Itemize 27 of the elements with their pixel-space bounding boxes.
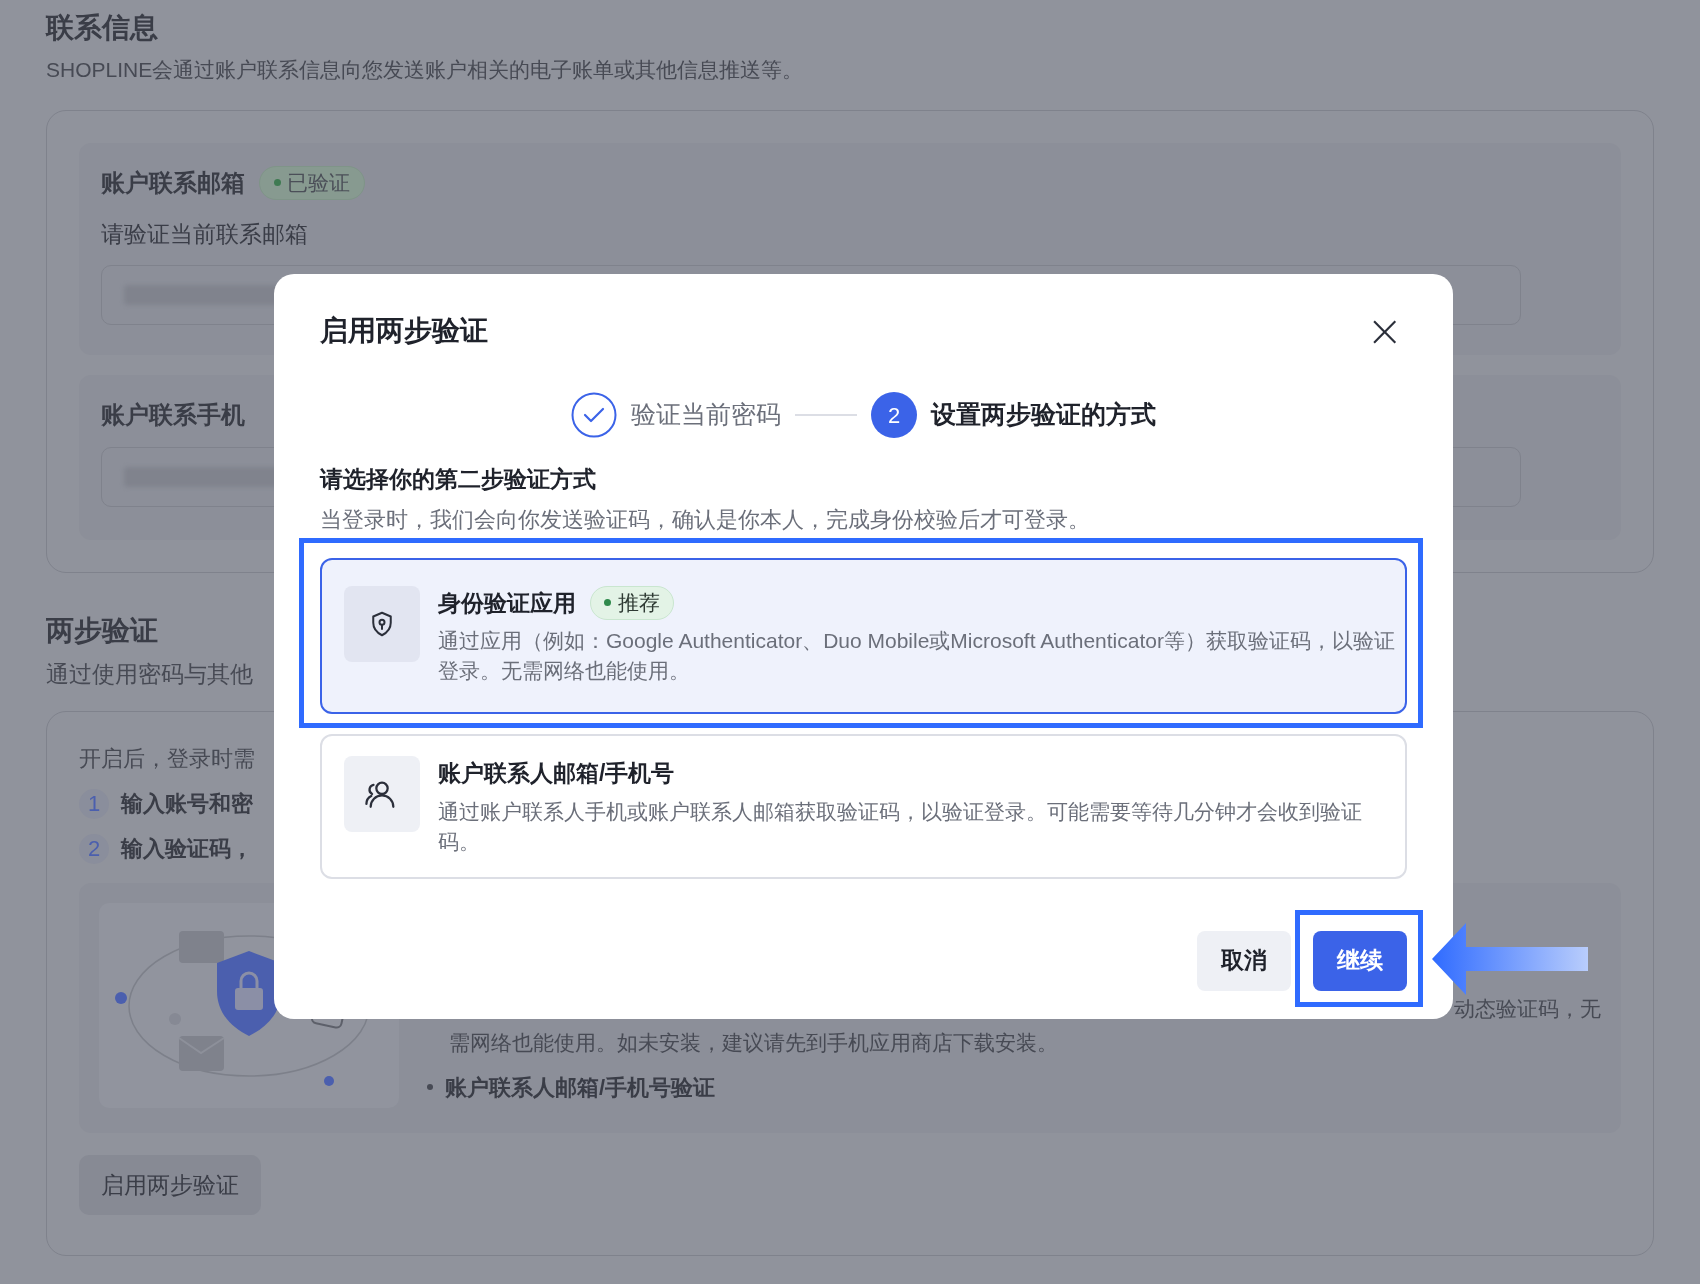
description-text: 当登录时，我们会向你发送验证码，确认是你本人，完成身份校验后才可登录。 [320,505,1090,534]
section-subtitle: SHOPLINE会通过账户联系信息向您发送账户相关的电子账单或其他信息推送等。 [46,57,804,83]
method-text: 需网络也能使用。如未安装，建议请先到手机应用商店下载安装。 [449,1030,1058,1056]
method-text: 账户联系人邮箱/手机号验证 [445,1073,716,1102]
option-title: 身份验证应用 [438,588,576,618]
step-label: 设置两步验证的方式 [931,399,1156,431]
card-hint: 请验证当前联系邮箱 [101,219,308,249]
step-number: 2 [871,392,917,438]
section-title: 联系信息 [46,11,158,45]
recommended-badge: 推荐 [590,585,674,620]
step-number: 1 [79,788,109,819]
step-label: 验证当前密码 [631,399,781,431]
section-title: 两步验证 [46,613,158,648]
option-description: 通过账户联系人手机或账户联系人邮箱获取验证码，以验证登录。可能需要等待几分钟才会收到验证码。 [438,798,1363,855]
option-description: 通过应用（例如：Google Authenticator、Duo Mobile或Microsoft Authenticator等）获取验证码，以验证登录。无需网络也能使用。 [438,628,1396,684]
step-text: 输入账号和密 [121,790,253,818]
method-text: 动态验证码，无 [1454,996,1601,1022]
step-number: 2 [79,833,109,864]
card-title: 账户联系手机 [101,399,245,430]
dialog-title: 启用两步验证 [320,314,488,348]
section-subtitle: 通过使用密码与其他 [46,659,253,689]
option-title: 账户联系人邮箱/手机号 [438,759,675,788]
verified-badge: 已验证 [259,165,365,200]
prompt-text: 请选择你的第二步验证方式 [320,465,596,494]
intro-text: 开启后，登录时需 [79,745,255,773]
card-title: 账户联系邮箱 [101,167,245,198]
step-text: 输入验证码， [121,835,253,863]
